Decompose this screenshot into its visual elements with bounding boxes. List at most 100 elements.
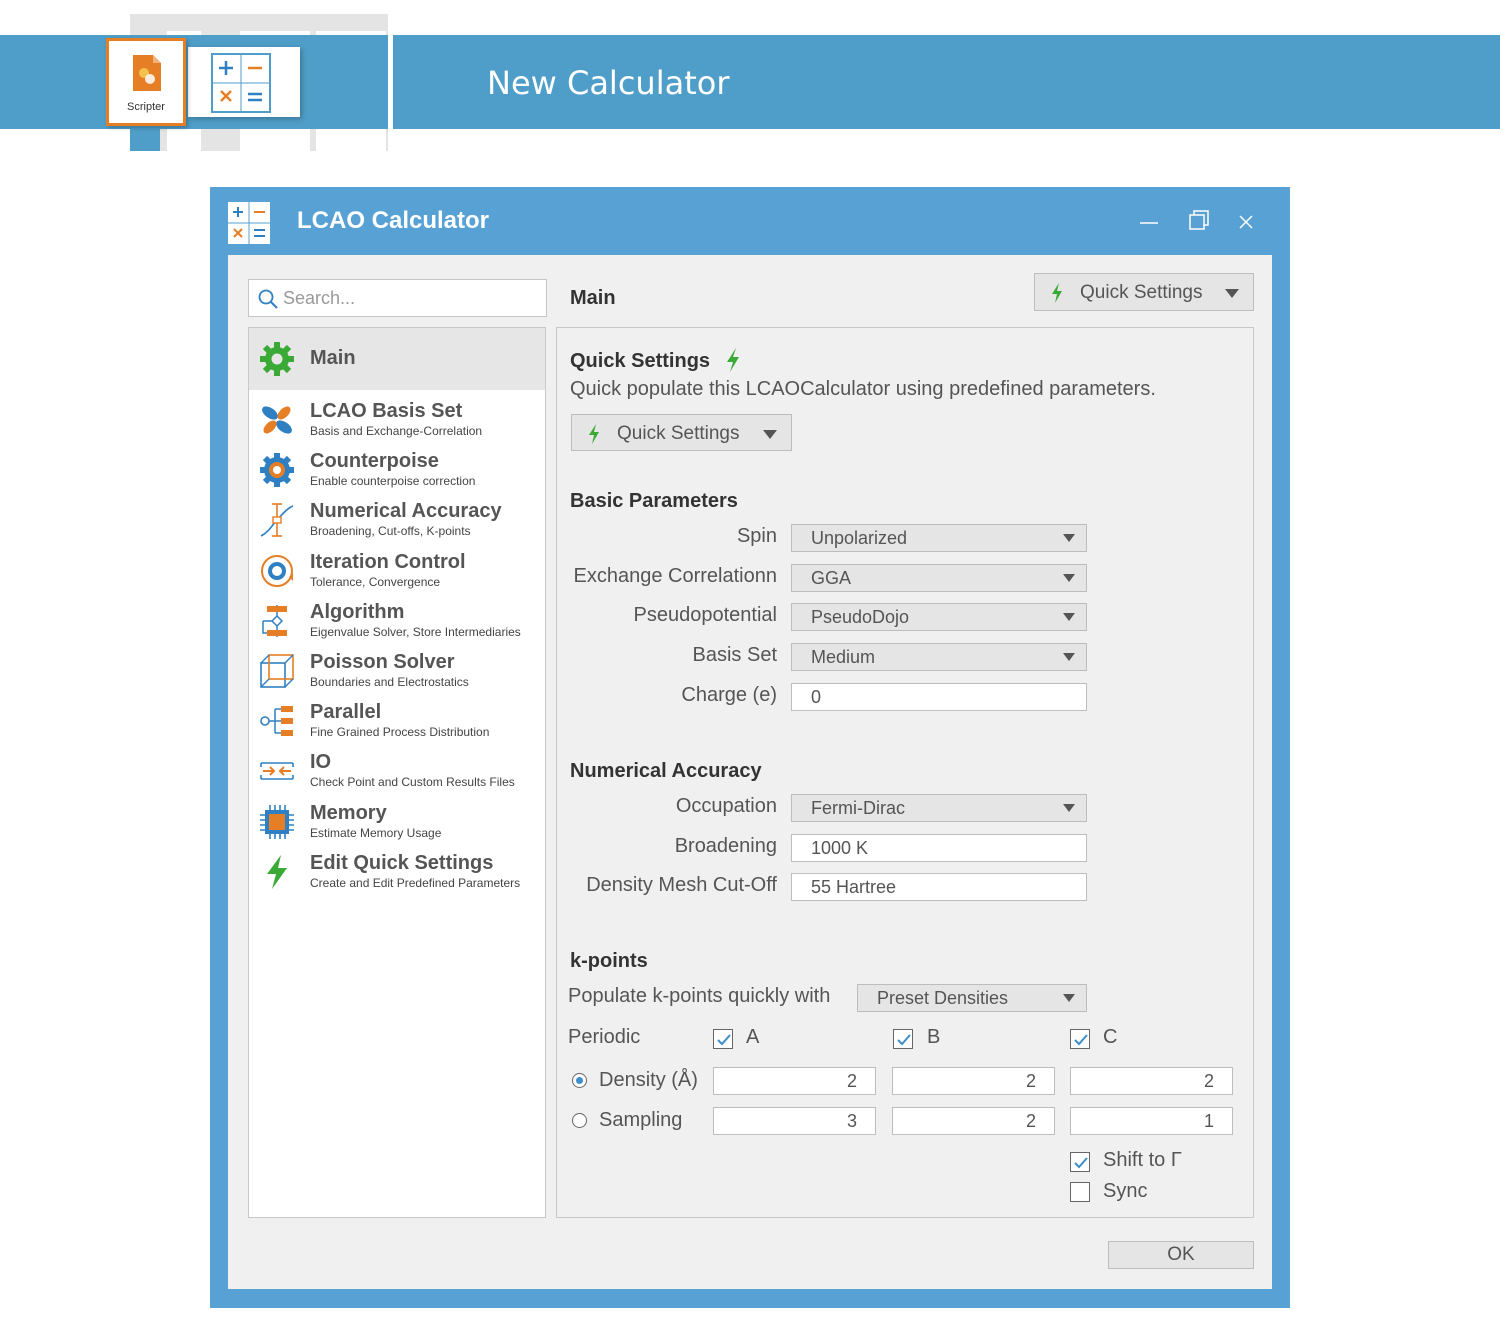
- bolt-icon: [589, 424, 599, 444]
- basis-set-value: Medium: [811, 647, 876, 667]
- density-mesh-input[interactable]: 55 Hartree: [791, 873, 1087, 901]
- python-file-icon: [133, 55, 161, 91]
- sidebar-item-numerical-accuracy[interactable]: Numerical Accuracy Broadening, Cut-offs,…: [249, 498, 545, 548]
- shift-to-gamma-checkbox[interactable]: [1070, 1152, 1090, 1172]
- sidebar-item-subtitle: Tolerance, Convergence: [310, 575, 441, 589]
- gear-icon: [260, 342, 294, 376]
- sidebar-item-subtitle: Create and Edit Predefined Parameters: [310, 876, 521, 890]
- checkmark-icon: [1074, 1034, 1088, 1046]
- density-mesh-label: Density Mesh Cut-Off: [586, 874, 777, 896]
- sidebar-item-edit-quick-settings[interactable]: Edit Quick Settings Create and Edit Pred…: [249, 850, 545, 900]
- sidebar-item-subtitle: Estimate Memory Usage: [310, 826, 442, 840]
- density-c-input[interactable]: 2: [1070, 1067, 1233, 1095]
- sidebar-item-poisson-solver[interactable]: Poisson Solver Boundaries and Electrosta…: [249, 649, 545, 699]
- chevron-down-icon: [1063, 653, 1075, 661]
- exchange-correlation-select[interactable]: GGA: [791, 564, 1087, 592]
- broadening-value: 1000 K: [811, 838, 869, 858]
- minimize-icon[interactable]: [1138, 209, 1162, 233]
- search-icon: [258, 289, 278, 309]
- sidebar-item-main[interactable]: Main: [249, 328, 545, 390]
- sampling-radio[interactable]: [572, 1113, 587, 1128]
- quick-settings-label: Quick Settings: [1080, 282, 1203, 303]
- counterpoise-gear-icon: [260, 453, 294, 487]
- periodic-b-checkbox[interactable]: [893, 1029, 913, 1049]
- chip-icon: [260, 805, 294, 839]
- close-icon[interactable]: [1235, 209, 1259, 233]
- chevron-down-icon: [1063, 534, 1075, 542]
- sidebar-item-subtitle: Basis and Exchange-Correlation: [310, 424, 483, 438]
- density-a-value: 2: [846, 1071, 857, 1091]
- sidebar-item-counterpoise[interactable]: Counterpoise Enable counterpoise correct…: [249, 448, 545, 498]
- calculator-tile[interactable]: [188, 47, 300, 117]
- checkmark-icon: [1074, 1157, 1088, 1169]
- ok-button[interactable]: OK: [1108, 1241, 1254, 1269]
- chevron-down-icon: [1063, 574, 1075, 582]
- quick-settings-dropdown[interactable]: Quick Settings: [1034, 273, 1254, 311]
- density-a-input[interactable]: 2: [713, 1067, 876, 1095]
- charge-input[interactable]: 0: [791, 683, 1087, 711]
- io-icon: [260, 762, 294, 780]
- search-box[interactable]: [248, 279, 547, 317]
- k-points-heading: k-points: [570, 950, 648, 972]
- populate-k-points-select[interactable]: Preset Densities: [857, 984, 1087, 1012]
- axis-c-label: C: [1103, 1026, 1118, 1048]
- chevron-down-icon: [1063, 804, 1075, 812]
- charge-value: 0: [811, 687, 822, 707]
- iteration-icon: [261, 555, 293, 587]
- checkmark-icon: [717, 1034, 731, 1046]
- periodic-a-checkbox[interactable]: [713, 1029, 733, 1049]
- cube-icon: [260, 654, 294, 688]
- calculator-icon: [228, 202, 270, 244]
- sidebar-item-label: Edit Quick Settings: [310, 852, 494, 874]
- quick-settings-button[interactable]: Quick Settings: [571, 414, 792, 451]
- bolt-icon: [267, 855, 287, 889]
- sidebar-item-label: Algorithm: [310, 601, 405, 623]
- broadening-input[interactable]: 1000 K: [791, 834, 1087, 862]
- sampling-b-value: 2: [1025, 1111, 1036, 1131]
- sampling-c-input[interactable]: 1: [1070, 1107, 1233, 1135]
- density-c-value: 2: [1203, 1071, 1214, 1091]
- sampling-b-input[interactable]: 2: [892, 1107, 1055, 1135]
- sidebar-item-io[interactable]: IO Check Point and Custom Results Files: [249, 749, 545, 799]
- sidebar-item-parallel[interactable]: Parallel Fine Grained Process Distributi…: [249, 699, 545, 749]
- scripter-tile[interactable]: Scripter: [106, 38, 186, 126]
- pseudopotential-select[interactable]: PseudoDojo: [791, 603, 1087, 631]
- chevron-down-icon: [763, 430, 777, 439]
- lcao-calculator-window: LCAO Calculator Search... Main LCAO Basi…: [210, 187, 1290, 1308]
- sampling-a-input[interactable]: 3: [713, 1107, 876, 1135]
- quick-settings-heading: Quick Settings: [570, 350, 711, 372]
- charge-label: Charge (e): [681, 684, 777, 706]
- sync-checkbox[interactable]: [1070, 1182, 1090, 1202]
- search-input[interactable]: [283, 284, 538, 312]
- sidebar-item-subtitle: Check Point and Custom Results Files: [310, 775, 515, 789]
- basis-set-select[interactable]: Medium: [791, 643, 1087, 671]
- calculator-icon: [211, 53, 271, 113]
- sidebar-item-lcao-basis-set[interactable]: LCAO Basis Set Basis and Exchange-Correl…: [249, 398, 545, 448]
- density-mesh-value: 55 Hartree: [811, 877, 897, 897]
- spin-select[interactable]: Unpolarized: [791, 524, 1087, 552]
- sidebar-item-iteration-control[interactable]: Iteration Control Tolerance, Convergence: [249, 549, 545, 599]
- density-label: Density (Å): [599, 1069, 698, 1091]
- sidebar: Main LCAO Basis Set Basis and Exchange-C…: [248, 327, 546, 1218]
- window-content: Main LCAO Basis Set Basis and Exchange-C…: [228, 255, 1272, 1289]
- maximize-icon[interactable]: [1188, 209, 1212, 233]
- occupation-select[interactable]: Fermi-Dirac: [791, 794, 1087, 822]
- checkmark-icon: [897, 1034, 911, 1046]
- page-title: Main: [570, 287, 616, 309]
- sidebar-item-memory[interactable]: Memory Estimate Memory Usage: [249, 800, 545, 850]
- density-radio[interactable]: [572, 1073, 587, 1088]
- chevron-down-icon: [1225, 289, 1239, 298]
- sidebar-item-algorithm[interactable]: Algorithm Eigenvalue Solver, Store Inter…: [249, 599, 545, 649]
- sidebar-item-subtitle: Boundaries and Electrostatics: [310, 675, 469, 689]
- pseudopotential-label: Pseudopotential: [633, 604, 777, 626]
- exchange-correlation-value: GGA: [811, 568, 852, 588]
- sidebar-item-label: Counterpoise: [310, 450, 439, 472]
- density-b-input[interactable]: 2: [892, 1067, 1055, 1095]
- sampling-a-value: 3: [846, 1111, 857, 1131]
- quick-settings-description: Quick populate this LCAOCalculator using…: [570, 378, 1156, 400]
- pseudopotential-value: PseudoDojo: [811, 607, 910, 627]
- algorithm-icon: [262, 605, 287, 637]
- sidebar-item-subtitle: Fine Grained Process Distribution: [310, 725, 490, 739]
- periodic-c-checkbox[interactable]: [1070, 1029, 1090, 1049]
- sidebar-item-label: IO: [310, 751, 332, 773]
